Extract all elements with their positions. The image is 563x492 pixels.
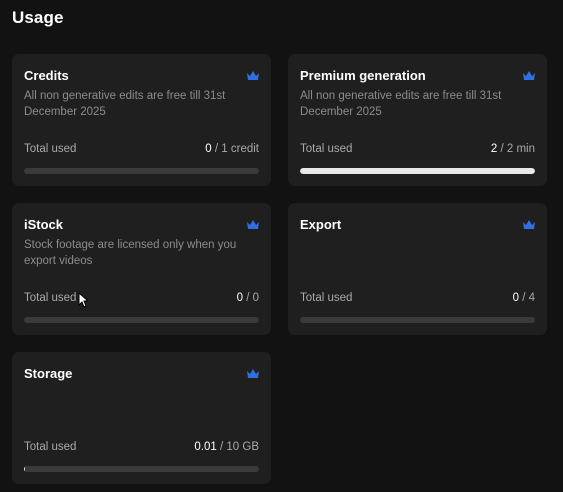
usage-progress-bar <box>300 317 535 323</box>
storage-card: Storage Total used 0.01 / 10 GB <box>12 352 271 484</box>
total-used-label: Total used <box>24 441 77 453</box>
limit-amount: / 10 GB <box>216 441 259 453</box>
total-used-value: 0 / 0 <box>237 292 259 304</box>
total-used-value: 2 / 2 min <box>491 143 535 155</box>
card-title: iStock <box>24 217 64 232</box>
crown-icon <box>523 220 535 229</box>
crown-icon <box>247 71 259 80</box>
usage-progress-bar <box>24 466 259 472</box>
premium-generation-card: Premium generation All non generative ed… <box>288 54 547 186</box>
page-title: Usage <box>12 8 64 27</box>
total-used-label: Total used <box>300 143 353 155</box>
mouse-cursor-icon <box>78 292 88 308</box>
card-description: Stock footage are licensed only when you… <box>24 239 237 267</box>
card-description: All non generative edits are free till 3… <box>24 90 226 118</box>
total-used-value: 0.01 / 10 GB <box>194 441 259 453</box>
usage-progress-bar <box>300 168 535 174</box>
usage-progress-fill <box>300 168 535 174</box>
limit-amount: / 4 <box>519 292 535 304</box>
card-title: Premium generation <box>300 68 426 83</box>
crown-icon <box>247 369 259 378</box>
card-description: All non generative edits are free till 3… <box>300 90 502 118</box>
card-title: Credits <box>24 68 69 83</box>
limit-amount: / 0 <box>243 292 259 304</box>
export-card: Export Total used 0 / 4 <box>288 203 547 335</box>
used-amount: 0.01 <box>194 441 217 453</box>
limit-amount: / 1 credit <box>211 143 259 155</box>
total-used-label: Total used <box>300 292 353 304</box>
crown-icon <box>523 71 535 80</box>
usage-progress-bar <box>24 317 259 323</box>
total-used-value: 0 / 1 credit <box>205 143 259 155</box>
total-used-label: Total used <box>24 292 77 304</box>
total-used-value: 0 / 4 <box>513 292 535 304</box>
crown-icon <box>247 220 259 229</box>
total-used-label: Total used <box>24 143 77 155</box>
usage-progress-bar <box>24 168 259 174</box>
istock-card: iStock Stock footage are licensed only w… <box>12 203 271 335</box>
card-title: Storage <box>24 366 73 381</box>
limit-amount: / 2 min <box>497 143 535 155</box>
card-title: Export <box>300 217 342 232</box>
credits-card: Credits All non generative edits are fre… <box>12 54 271 186</box>
